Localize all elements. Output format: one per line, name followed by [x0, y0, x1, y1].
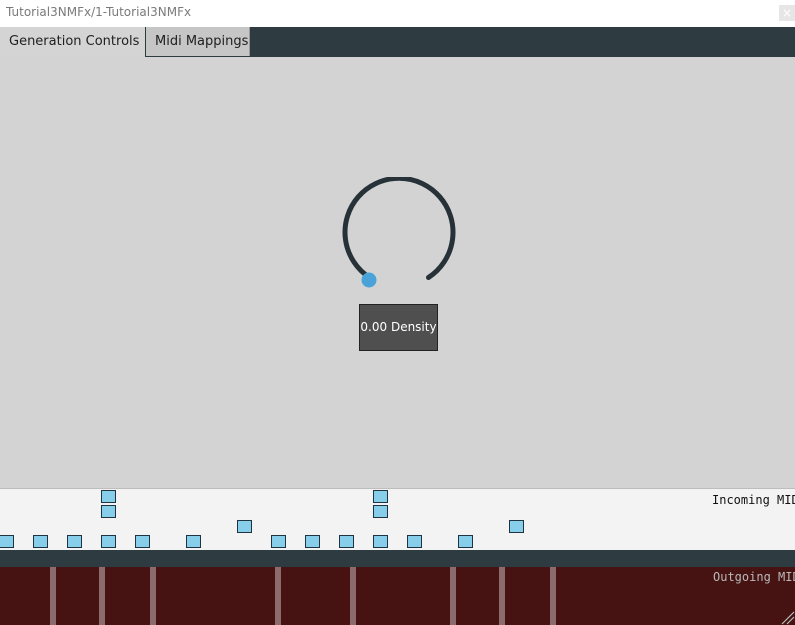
knob-thumb-icon: [361, 272, 377, 288]
density-knob[interactable]: [338, 177, 460, 289]
tab-generation-controls[interactable]: Generation Controls: [0, 27, 145, 57]
close-icon[interactable]: ×: [779, 5, 795, 21]
knob-track: [342, 177, 456, 280]
outgoing-note-bar: [350, 567, 356, 625]
outgoing-note-bar: [450, 567, 456, 625]
incoming-note: [101, 490, 116, 503]
window-title: Tutorial3NMFx/1-Tutorial3NMFx: [6, 5, 192, 19]
outgoing-note-bar: [499, 567, 505, 625]
generation-controls-panel: 0.00 Density: [0, 57, 795, 488]
incoming-note: [305, 535, 320, 548]
outgoing-note-bar: [99, 567, 105, 625]
section-divider: [0, 550, 795, 567]
incoming-note: [101, 535, 116, 548]
outgoing-note-bar: [150, 567, 156, 625]
incoming-midi-display: Incoming MIDI: [0, 488, 795, 551]
density-value-label[interactable]: 0.00 Density: [359, 304, 438, 351]
outgoing-midi-display: Outgoing MIDI: [0, 567, 795, 625]
outgoing-midi-label: Outgoing MIDI: [713, 570, 795, 584]
outgoing-note-bar: [275, 567, 281, 625]
incoming-note: [101, 505, 116, 518]
title-bar: Tutorial3NMFx/1-Tutorial3NMFx ×: [0, 0, 795, 27]
incoming-note: [339, 535, 354, 548]
incoming-note: [407, 535, 422, 548]
incoming-midi-label: Incoming MIDI: [712, 493, 795, 507]
outgoing-note-bar: [50, 567, 56, 625]
tab-bar: Generation Controls Midi Mappings: [0, 27, 795, 57]
incoming-note: [373, 490, 388, 503]
incoming-note: [186, 535, 201, 548]
incoming-note: [458, 535, 473, 548]
incoming-note: [509, 520, 524, 533]
incoming-note: [67, 535, 82, 548]
outgoing-note-bar: [550, 567, 556, 625]
incoming-note: [373, 505, 388, 518]
tab-midi-mappings[interactable]: Midi Mappings: [146, 27, 250, 56]
incoming-note: [33, 535, 48, 548]
incoming-note: [237, 520, 252, 533]
resize-grip-icon[interactable]: [780, 610, 795, 625]
incoming-note: [373, 535, 388, 548]
incoming-note: [135, 535, 150, 548]
incoming-note: [271, 535, 286, 548]
incoming-note: [0, 535, 14, 548]
